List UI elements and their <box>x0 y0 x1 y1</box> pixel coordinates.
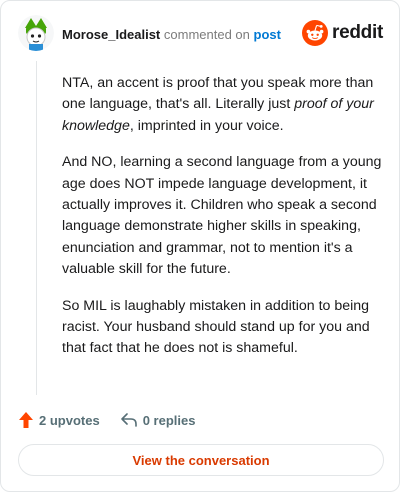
reply-button[interactable]: 0 replies <box>120 412 196 428</box>
avatar[interactable] <box>18 15 54 51</box>
upvote-button[interactable]: 2 upvotes <box>18 411 100 429</box>
thread-line <box>36 61 37 395</box>
reddit-wordmark: reddit <box>332 22 383 43</box>
comment-actions: 2 upvotes 0 replies <box>18 409 215 431</box>
comment-paragraph: So MIL is laughably mistaken in addition… <box>62 297 370 357</box>
upvote-count: 2 upvotes <box>39 412 100 428</box>
reply-count: 0 replies <box>142 412 196 428</box>
username-link[interactable]: Morose_Idealist <box>62 27 160 42</box>
view-conversation-button[interactable]: View the conversation <box>18 444 384 476</box>
comment-paragraph: NTA, an accent is proof that you speak m… <box>62 75 374 134</box>
commented-on-text: commented on <box>163 27 250 42</box>
reddit-brand[interactable]: reddit <box>302 19 383 47</box>
comment-meta: Morose_Idealist commented on post <box>62 27 281 42</box>
upvote-arrow-icon <box>19 412 33 428</box>
post-link[interactable]: post <box>254 27 281 42</box>
embedded-comment-card: Morose_Idealist commented on post reddit… <box>0 0 400 492</box>
comment-paragraph: And NO, learning a second language from … <box>62 154 382 278</box>
reply-arrow-icon <box>120 413 137 427</box>
reddit-logo-icon <box>302 20 329 46</box>
comment-body: NTA, an accent is proof that you speak m… <box>62 73 382 375</box>
comment-header: Morose_Idealist commented on post reddit <box>18 15 385 55</box>
